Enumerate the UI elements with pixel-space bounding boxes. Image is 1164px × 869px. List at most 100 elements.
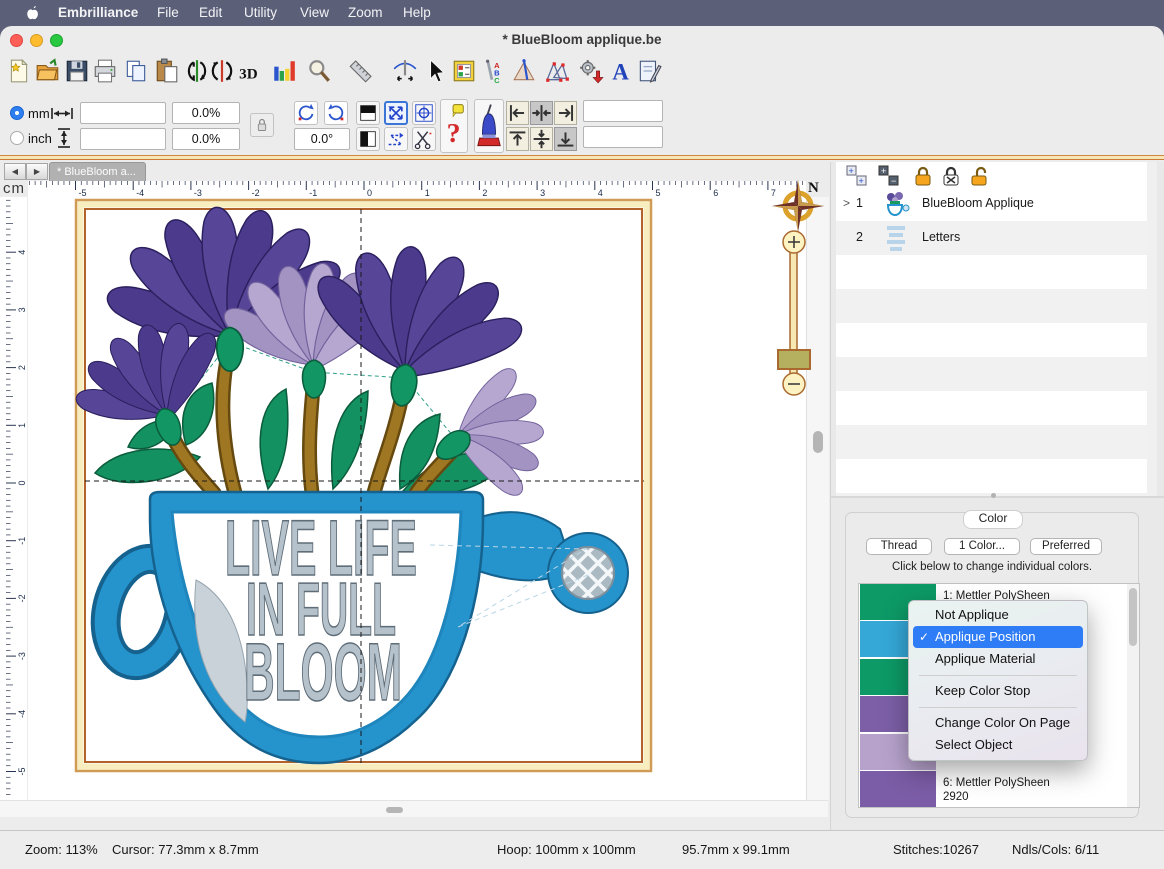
color-swatch[interactable] bbox=[860, 771, 936, 808]
panel-splitter-handle[interactable] bbox=[991, 493, 996, 498]
context-menu-item-not-applique[interactable]: Not Applique bbox=[913, 604, 1083, 626]
stitch-points-icon[interactable] bbox=[392, 58, 418, 84]
stitch-bw-view-button[interactable] bbox=[356, 101, 380, 125]
angle-input[interactable] bbox=[294, 128, 350, 150]
object-row-number: 2 bbox=[856, 230, 863, 244]
measure-icon[interactable] bbox=[348, 58, 374, 84]
notes-icon[interactable] bbox=[636, 58, 662, 84]
menu-utility[interactable]: Utility bbox=[244, 5, 277, 20]
canvas-area[interactable]: .pp1{fill:#4c3a8c;stroke:#2b1f5e;stroke-… bbox=[28, 197, 806, 800]
menu-zoom[interactable]: Zoom bbox=[348, 5, 383, 20]
group-objects-icon[interactable]: ++ bbox=[846, 165, 868, 187]
document-tab[interactable]: * BlueBloom a... bbox=[49, 162, 146, 181]
aspect-lock-button[interactable] bbox=[250, 113, 274, 137]
units-inch-radio[interactable] bbox=[10, 131, 24, 145]
stitch-sequence-button[interactable] bbox=[384, 127, 408, 151]
open-icon[interactable] bbox=[35, 58, 61, 84]
origin-target-button[interactable] bbox=[412, 101, 436, 125]
menu-help[interactable]: Help bbox=[403, 5, 431, 20]
compass-rose-icon[interactable]: N bbox=[770, 178, 826, 232]
menu-file[interactable]: File bbox=[157, 5, 179, 20]
zoom-slider-handle[interactable] bbox=[778, 350, 810, 369]
lettering-icon[interactable]: ABC bbox=[480, 58, 506, 84]
save-icon[interactable] bbox=[64, 58, 90, 84]
properties-icon[interactable] bbox=[451, 58, 477, 84]
one-color-button[interactable]: 1 Color... bbox=[944, 538, 1020, 555]
swatch-scrollbar[interactable] bbox=[1127, 584, 1139, 807]
apple-icon[interactable] bbox=[24, 4, 42, 22]
design-notes-button[interactable]: ? bbox=[440, 99, 468, 153]
width-arrows-icon bbox=[50, 106, 74, 121]
checkmark-icon: ✓ bbox=[919, 626, 933, 648]
object-row-letters[interactable]: 2 Letters bbox=[836, 221, 1147, 255]
context-menu-item-keep-color-stop[interactable]: Keep Color Stop bbox=[913, 680, 1083, 702]
ungroup-objects-icon[interactable]: +− bbox=[878, 165, 900, 187]
menu-view[interactable]: View bbox=[300, 5, 329, 20]
print-icon[interactable] bbox=[92, 58, 118, 84]
panel-splitter[interactable] bbox=[831, 496, 1164, 498]
width-input[interactable] bbox=[80, 102, 166, 124]
new-document-icon[interactable] bbox=[6, 58, 32, 84]
align-bottom-button[interactable] bbox=[554, 127, 577, 151]
menu-separator bbox=[919, 675, 1077, 676]
align-center-vertical-button[interactable] bbox=[530, 127, 553, 151]
object-row-bluebloom[interactable]: > 1 BlueBloom Applique bbox=[836, 187, 1147, 221]
zoom-slider[interactable] bbox=[770, 226, 816, 400]
monogram-icon[interactable] bbox=[511, 58, 537, 84]
swatch-scroll-thumb[interactable] bbox=[1129, 588, 1137, 646]
menu-separator bbox=[919, 707, 1077, 708]
tab-prev-button[interactable]: ◀ bbox=[4, 163, 26, 180]
zoom-tool-icon[interactable] bbox=[306, 58, 332, 84]
contrast-view-button[interactable] bbox=[356, 127, 380, 151]
color-tab[interactable]: Color bbox=[963, 510, 1023, 529]
position-y-input[interactable] bbox=[583, 126, 663, 148]
color-bars-icon[interactable] bbox=[271, 58, 297, 84]
menu-edit[interactable]: Edit bbox=[199, 5, 222, 20]
select-cursor-icon[interactable] bbox=[422, 58, 448, 84]
svg-text:3: 3 bbox=[540, 188, 545, 197]
context-menu-item-applique-position[interactable]: ✓Applique Position bbox=[913, 626, 1083, 648]
align-right-button[interactable] bbox=[554, 101, 577, 125]
height-percent-input[interactable] bbox=[172, 128, 240, 150]
utility-gear-icon[interactable] bbox=[578, 58, 604, 84]
design-canvas[interactable]: .pp1{fill:#4c3a8c;stroke:#2b1f5e;stroke-… bbox=[28, 197, 806, 800]
status-needles-colors: Ndls/Cols: 6/11 bbox=[1012, 842, 1099, 857]
units-mm-radio[interactable] bbox=[10, 106, 24, 120]
svg-text:0: 0 bbox=[17, 480, 27, 485]
status-hoop: Hoop: 100mm x 100mm bbox=[497, 842, 636, 857]
horizontal-scroll-thumb[interactable] bbox=[386, 807, 403, 813]
context-menu-item-select-object[interactable]: Select Object bbox=[913, 734, 1083, 756]
unlock-icon[interactable] bbox=[968, 165, 990, 187]
thread-button[interactable]: Thread bbox=[866, 538, 932, 555]
align-left-button[interactable] bbox=[506, 101, 529, 125]
stitch-eraser-button[interactable] bbox=[474, 99, 504, 153]
align-center-horizontal-button[interactable] bbox=[530, 101, 553, 125]
lock-icon[interactable] bbox=[912, 165, 934, 187]
align-top-button[interactable] bbox=[506, 127, 529, 151]
paste-icon[interactable] bbox=[154, 58, 180, 84]
rotate-ccw-button[interactable] bbox=[294, 101, 318, 125]
density-mesh-icon[interactable] bbox=[544, 58, 570, 84]
font-a-icon[interactable]: A bbox=[608, 58, 634, 84]
position-x-input[interactable] bbox=[583, 100, 663, 122]
rotate-cw-button[interactable] bbox=[324, 101, 348, 125]
expander-chevron-icon[interactable]: > bbox=[843, 196, 850, 210]
height-input[interactable] bbox=[80, 128, 166, 150]
tab-next-button[interactable]: ▶ bbox=[26, 163, 48, 180]
context-menu-item-change-color-on-page[interactable]: Change Color On Page bbox=[913, 712, 1083, 734]
vertical-scroll-thumb[interactable] bbox=[813, 431, 823, 453]
object-list-scrollbar[interactable] bbox=[1147, 162, 1157, 497]
3d-view-icon[interactable]: 3D bbox=[237, 60, 263, 86]
lock-exclude-icon[interactable] bbox=[940, 165, 962, 187]
context-menu-item-applique-material[interactable]: Applique Material bbox=[913, 648, 1083, 670]
menu-app-name[interactable]: Embrilliance bbox=[58, 5, 138, 20]
trim-scissors-button[interactable] bbox=[412, 127, 436, 151]
copy-icon[interactable] bbox=[123, 58, 149, 84]
flip-horizontal-icon[interactable] bbox=[184, 58, 210, 84]
preferred-button[interactable]: Preferred bbox=[1030, 538, 1102, 555]
color-swatch-row[interactable]: 6: Mettler PolySheen2920 bbox=[859, 771, 1139, 808]
flip-vertical-icon[interactable] bbox=[209, 58, 235, 84]
center-design-button[interactable] bbox=[384, 101, 408, 125]
canvas-horizontal-scrollbar[interactable] bbox=[0, 800, 828, 817]
width-percent-input[interactable] bbox=[172, 102, 240, 124]
